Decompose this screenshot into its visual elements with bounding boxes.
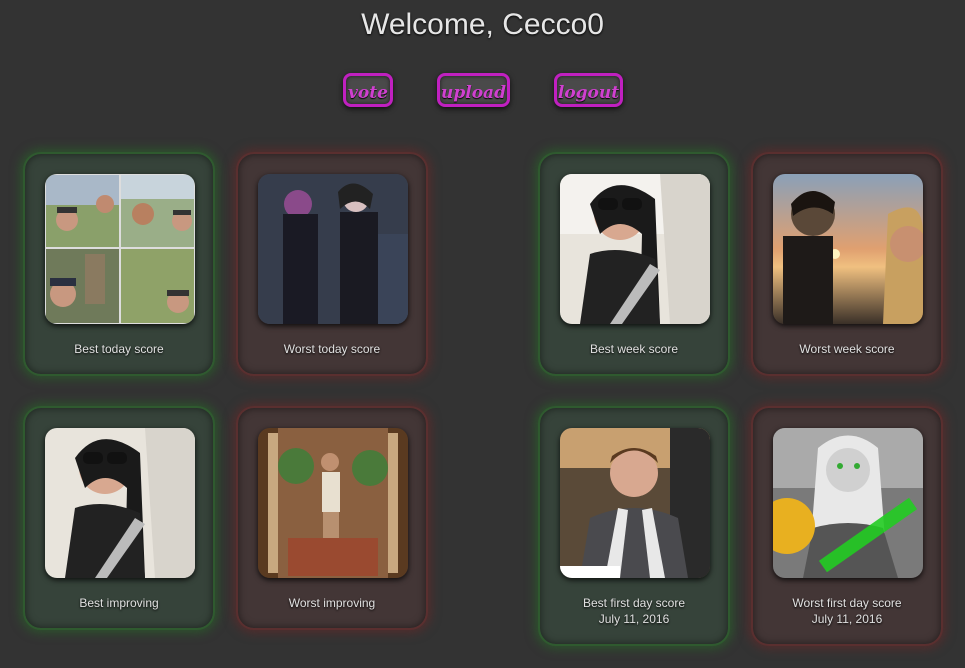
photo-worst-week[interactable] (773, 174, 923, 324)
vote-button[interactable]: vote (343, 73, 393, 107)
card-date: July 11, 2016 (598, 612, 670, 626)
upload-button[interactable]: upload (437, 73, 510, 107)
card-label: Best today score (74, 342, 164, 356)
photo-best-today[interactable] (45, 174, 195, 324)
portrait-image (258, 174, 408, 324)
card-label: Worst today score (283, 342, 381, 356)
card-worst-today[interactable]: Worst today score (236, 152, 428, 376)
photo-worst-improving[interactable] (258, 428, 408, 578)
photo-worst-first-day[interactable] (773, 428, 923, 578)
card-best-first-day[interactable]: Best first day score July 11, 2016 (538, 406, 730, 646)
card-label: Best week score (589, 342, 679, 356)
page-title: Welcome, Cecco0 (361, 8, 604, 41)
mirror-photo-image (258, 428, 408, 578)
card-label: Worst improving (288, 596, 376, 610)
card-best-week[interactable]: Best week score (538, 152, 730, 376)
photo-best-week[interactable] (560, 174, 710, 324)
card-worst-improving[interactable]: Worst improving (236, 406, 428, 630)
sunset-image (773, 174, 923, 324)
photo-best-improving[interactable] (45, 428, 195, 578)
card-label: Worst week score (799, 342, 895, 356)
card-worst-week[interactable]: Worst week score (751, 152, 943, 376)
photo-worst-today[interactable] (258, 174, 408, 324)
card-label: Worst first day score (792, 596, 902, 610)
selfie-car-image (45, 428, 195, 578)
photo-best-first-day[interactable] (560, 428, 710, 578)
card-label: Best first day score (582, 596, 686, 610)
card-date: July 11, 2016 (811, 612, 883, 626)
selfie-car-image (560, 174, 710, 324)
collage-image (45, 174, 195, 324)
bw-portrait-image (773, 428, 923, 578)
card-best-today[interactable]: Best today score (23, 152, 215, 376)
card-worst-first-day[interactable]: Worst first day score July 11, 2016 (751, 406, 943, 646)
card-best-improving[interactable]: Best improving (23, 406, 215, 630)
card-label: Best improving (79, 596, 159, 610)
car-portrait-image (560, 428, 710, 578)
logout-button[interactable]: logout (554, 73, 623, 107)
